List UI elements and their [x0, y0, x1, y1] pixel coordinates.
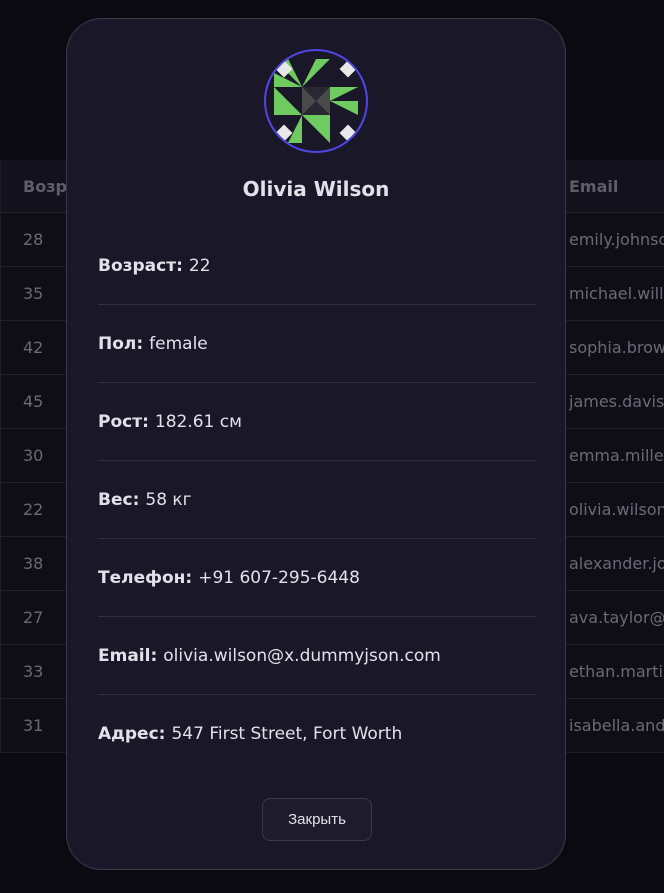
detail-field: Пол: female [98, 305, 536, 383]
detail-field: Телефон: +91 607-295-6448 [98, 539, 536, 617]
user-details-modal: Olivia Wilson Возраст: 22 Пол: female Рост: 1… [66, 18, 566, 870]
detail-field: Адрес: 547 First Street, Fort Worth [98, 695, 536, 773]
close-button[interactable]: Закрыть [262, 798, 372, 841]
cell-age: 45 [23, 392, 44, 411]
field-label: Email: [98, 645, 158, 666]
identicon-icon [274, 59, 358, 143]
cell-age: 22 [23, 500, 44, 519]
cell-age: 38 [23, 554, 44, 573]
field-value: 547 First Street, Fort Worth [171, 724, 403, 744]
field-label: Вес: [98, 489, 140, 510]
cell-age: 30 [23, 446, 44, 465]
field-label: Адрес: [98, 724, 166, 744]
detail-field: Рост: 182.61 см [98, 383, 536, 461]
avatar [264, 49, 368, 153]
user-name: Olivia Wilson [242, 177, 390, 201]
cell-email: olivia.wilson@x.dummyjson.com [569, 500, 664, 519]
cell-age: 35 [23, 284, 44, 303]
header-email[interactable]: Email [569, 160, 664, 212]
cell-age: 33 [23, 662, 44, 681]
detail-field: Email: olivia.wilson@x.dummyjson.com [98, 617, 536, 695]
cell-age: 31 [23, 716, 44, 735]
field-label: Возраст: [98, 255, 183, 276]
cell-email: alexander.jones@x.dummyjson.com [569, 554, 664, 573]
detail-field: Возраст: 22 [98, 227, 536, 305]
cell-email: emily.johnson@x.dummyjson.com [569, 230, 664, 249]
field-label: Пол: [98, 333, 144, 354]
field-label: Телефон: [98, 567, 193, 588]
cell-email: emma.miller@x.dummyjson.com [569, 446, 664, 465]
cell-age: 28 [23, 230, 44, 249]
cell-email: ethan.martinez@x.dummyjson.com [569, 662, 664, 681]
field-value: female [149, 333, 208, 354]
field-value: 22 [188, 255, 211, 276]
cell-email: michael.williams@x.dummyjson.com [569, 284, 664, 303]
detail-field: Вес: 58 кг [98, 461, 536, 539]
cell-age: 27 [23, 608, 44, 627]
field-label: Рост: [98, 411, 149, 432]
cell-email: ava.taylor@x.dummyjson.com [569, 608, 664, 627]
cell-email: sophia.brown@x.dummyjson.com [569, 338, 664, 357]
cell-age: 42 [23, 338, 44, 357]
cell-email: james.davis@x.dummyjson.com [569, 392, 664, 411]
field-value: 58 кг [145, 489, 192, 510]
field-value: +91 607-295-6448 [198, 567, 360, 588]
field-value: 182.61 см [154, 411, 242, 432]
cell-email: isabella.anderson@x.dummyjson.com [569, 716, 664, 735]
field-value: olivia.wilson@x.dummyjson.com [163, 645, 441, 666]
header-age[interactable]: Возраст [23, 160, 67, 212]
